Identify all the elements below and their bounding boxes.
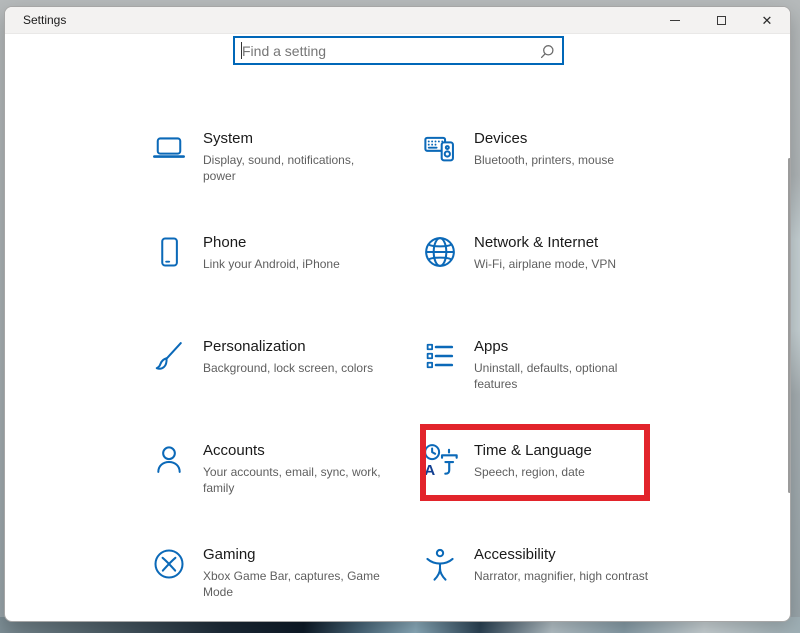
xbox-icon [151, 546, 187, 582]
category-subtitle: Background, lock screen, colors [203, 360, 385, 376]
category-time-language[interactable]: A Time & Language Speech, region, date [422, 441, 694, 480]
category-devices[interactable]: Devices Bluetooth, printers, mouse [422, 129, 694, 168]
category-personalization[interactable]: Personalization Background, lock screen,… [151, 337, 423, 376]
maximize-icon [717, 16, 726, 25]
category-system[interactable]: System Display, sound, notifications, po… [151, 129, 423, 184]
category-subtitle: Speech, region, date [474, 464, 656, 480]
category-title: Phone [203, 233, 385, 253]
category-phone[interactable]: Phone Link your Android, iPhone [151, 233, 423, 272]
keyboard-speaker-icon [422, 130, 458, 166]
search-input[interactable] [235, 38, 562, 63]
maximize-button[interactable] [698, 7, 744, 34]
close-icon: ✕ [762, 13, 773, 29]
globe-icon [422, 234, 458, 270]
apps-list-icon [422, 338, 458, 374]
category-title: Time & Language [474, 441, 656, 461]
phone-icon [151, 234, 187, 270]
category-subtitle: Narrator, magnifier, high contrast [474, 568, 656, 584]
svg-text:A: A [424, 462, 435, 478]
category-title: Gaming [203, 545, 385, 565]
laptop-icon [151, 130, 187, 166]
window-controls: ✕ [652, 7, 790, 34]
category-title: Personalization [203, 337, 385, 357]
text-caret [241, 42, 242, 59]
person-icon [151, 442, 187, 478]
category-title: Apps [474, 337, 656, 357]
category-gaming[interactable]: Gaming Xbox Game Bar, captures, Game Mod… [151, 545, 423, 600]
minimize-button[interactable] [652, 7, 698, 34]
category-title: System [203, 129, 385, 149]
category-accessibility[interactable]: Accessibility Narrator, magnifier, high … [422, 545, 694, 584]
titlebar: Settings ✕ [5, 7, 790, 34]
search-icon [539, 44, 555, 60]
category-subtitle: Uninstall, defaults, optional features [474, 360, 656, 392]
category-subtitle: Your accounts, email, sync, work, family [203, 464, 385, 496]
settings-window: Settings ✕ System Display, sound, notifi… [4, 6, 791, 622]
category-subtitle: Display, sound, notifications, power [203, 152, 385, 184]
category-accounts[interactable]: Accounts Your accounts, email, sync, wor… [151, 441, 423, 496]
time-language-icon: A [422, 442, 458, 478]
category-title: Devices [474, 129, 656, 149]
category-subtitle: Bluetooth, printers, mouse [474, 152, 656, 168]
scrollbar-thumb[interactable] [788, 158, 791, 493]
search-box [233, 36, 564, 65]
accessibility-icon [422, 546, 458, 582]
window-title: Settings [5, 13, 66, 27]
category-subtitle: Link your Android, iPhone [203, 256, 385, 272]
paintbrush-icon [151, 338, 187, 374]
category-subtitle: Xbox Game Bar, captures, Game Mode [203, 568, 385, 600]
minimize-icon [670, 20, 680, 21]
category-title: Accounts [203, 441, 385, 461]
close-button[interactable]: ✕ [744, 7, 790, 34]
category-network[interactable]: Network & Internet Wi-Fi, airplane mode,… [422, 233, 694, 272]
category-title: Network & Internet [474, 233, 656, 253]
category-title: Accessibility [474, 545, 656, 565]
desktop: { "window": { "title": "Settings" }, "ti… [0, 0, 800, 633]
category-apps[interactable]: Apps Uninstall, defaults, optional featu… [422, 337, 694, 392]
category-subtitle: Wi-Fi, airplane mode, VPN [474, 256, 656, 272]
